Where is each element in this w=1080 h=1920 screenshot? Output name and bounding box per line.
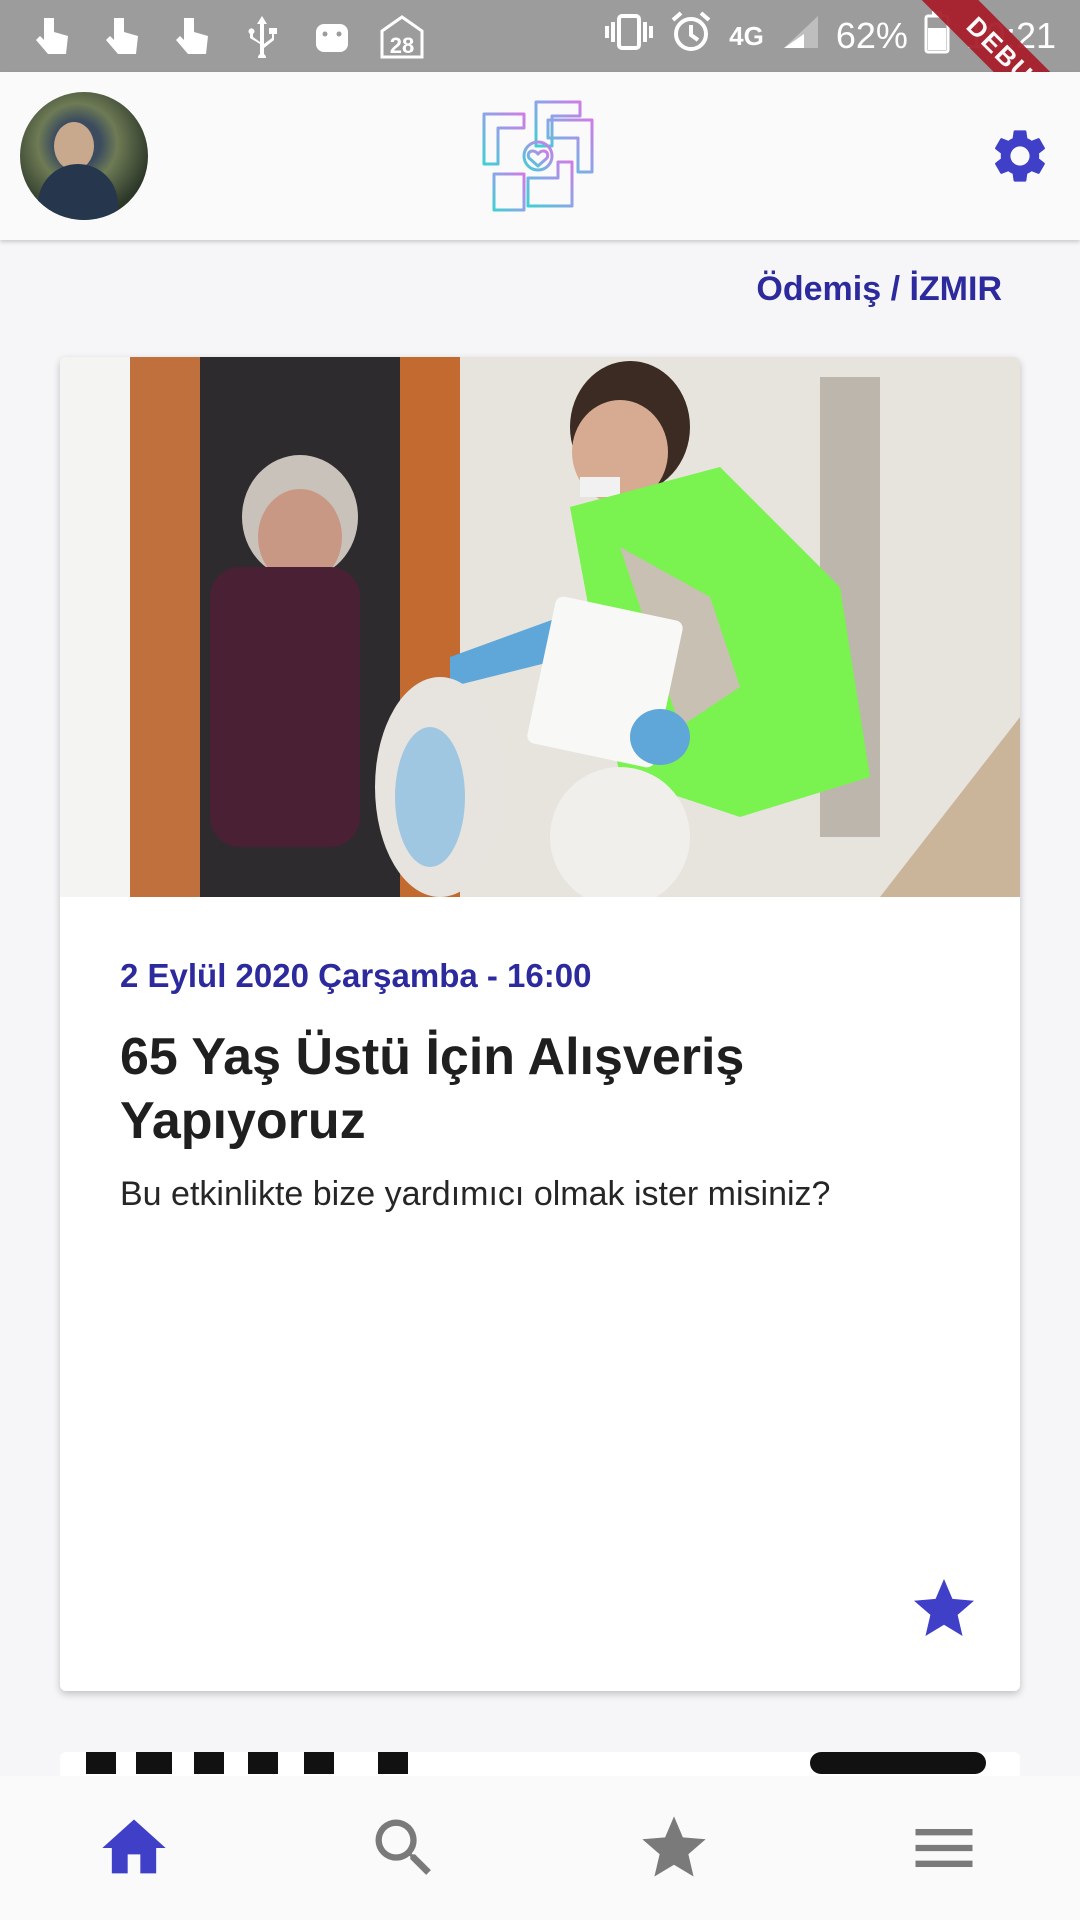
settings-button[interactable]: [988, 124, 1052, 188]
avatar-face: [54, 122, 94, 170]
star-icon: [642, 1816, 706, 1877]
signal-icon: [780, 14, 820, 59]
home-icon: [102, 1819, 166, 1874]
favorite-button[interactable]: [908, 1573, 980, 1645]
vibrate-icon: [605, 12, 654, 61]
event-card[interactable]: 2 Eylül 2020 Çarşamba - 16:00 65 Yaş Üst…: [60, 357, 1020, 1691]
app-bar: [0, 72, 1080, 240]
gear-icon: [995, 130, 1045, 182]
location-label[interactable]: Ödemiş / İZMIR: [756, 270, 1002, 309]
notification-icons: 28: [28, 12, 426, 60]
event-photo: [60, 357, 1020, 897]
nav-favorites[interactable]: [632, 1806, 716, 1890]
event-date: 2 Eylül 2020 Çarşamba - 16:00: [120, 957, 592, 994]
alarm-icon: [669, 10, 713, 63]
event-photo-next: [86, 1752, 986, 1774]
calendar-icon: 28: [378, 12, 426, 60]
calendar-day: 28: [390, 33, 414, 58]
menu-icon: [915, 1829, 973, 1867]
nav-menu[interactable]: [902, 1806, 986, 1890]
avatar-torso: [38, 164, 118, 220]
touch-icon: [98, 12, 146, 60]
bottom-navigation: [0, 1776, 1080, 1920]
nav-home[interactable]: [92, 1806, 176, 1890]
star-icon: [914, 1579, 974, 1636]
helping-hands-logo: [480, 98, 596, 214]
touch-icon: [28, 12, 76, 60]
touch-icon: [168, 12, 216, 60]
event-description: Bu etkinlikte bize yardımıcı olmak ister…: [120, 1175, 831, 1213]
profile-avatar[interactable]: [20, 92, 148, 220]
android-icon: [308, 12, 356, 60]
search-icon: [375, 1819, 431, 1875]
4g-icon: 4G: [729, 20, 764, 51]
nav-search[interactable]: [362, 1806, 446, 1890]
status-bar: 28 4G 62% 19:21 DEBUG: [0, 0, 1080, 72]
battery-percent: 62%: [835, 15, 908, 56]
event-title: 65 Yaş Üstü İçin Alışveriş Yapıyoruz: [120, 1028, 745, 1150]
usb-icon: [238, 12, 286, 60]
